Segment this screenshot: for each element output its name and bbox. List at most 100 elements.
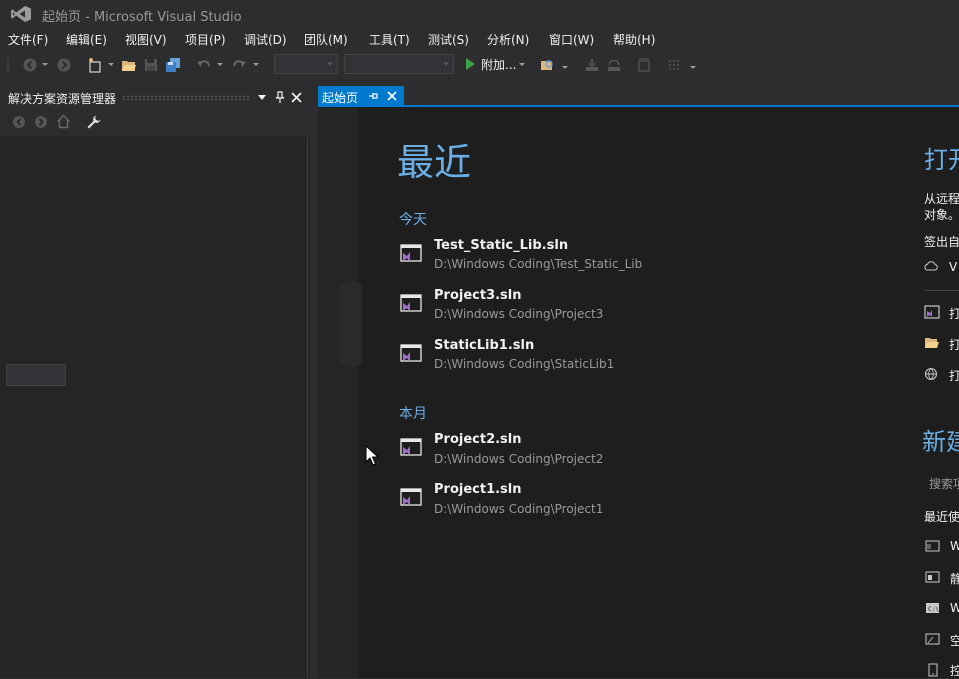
solution-file-icon	[400, 294, 422, 312]
navigate-back-dropdown[interactable]	[42, 63, 48, 66]
solution-file-icon	[400, 438, 422, 456]
recent-solution-staticlib1[interactable]: StaticLib1.sln	[434, 338, 534, 353]
standard-toolbar: 附加...	[0, 50, 959, 80]
template-item-1[interactable]: W	[950, 539, 959, 553]
visual-studio-logo-icon	[11, 6, 31, 22]
find-dropdown[interactable]	[562, 66, 568, 69]
recent-solution-path: D:\Windows Coding\Project2	[434, 452, 604, 466]
new-project-dropdown[interactable]	[108, 63, 114, 66]
window-title: 起始页 - Microsoft Visual Studio	[42, 10, 242, 25]
bookmark-icon[interactable]	[636, 57, 652, 73]
attach-button[interactable]: 附加...	[481, 56, 516, 73]
navigate-forward-icon[interactable]	[56, 57, 72, 73]
tab-pin-icon[interactable]	[368, 90, 380, 102]
document-tab-strip	[318, 86, 959, 107]
project-template-search-placeholder: 搜索项	[929, 477, 959, 491]
tab-start-page-label: 起始页	[322, 91, 359, 105]
solution-file-icon	[400, 488, 422, 506]
static-library-template-icon	[925, 571, 940, 583]
solution-platform-combo[interactable]	[344, 54, 454, 74]
solution-configuration-combo[interactable]	[274, 54, 338, 74]
undo-dropdown[interactable]	[217, 63, 223, 66]
start-page-open-new-column: 打开 从远程 对象。 签出自 V 打 打 打 新建	[918, 107, 959, 678]
recent-solution-path: D:\Windows Coding\Test_Static_Lib	[434, 257, 643, 271]
new-project-heading: 新建	[922, 428, 959, 456]
toolbar-grip-icon[interactable]	[6, 57, 12, 73]
recent-heading: 最近	[397, 141, 471, 184]
menu-tools[interactable]: 工具(T)	[369, 31, 410, 48]
recent-solution-test-static-lib[interactable]: Test_Static_Lib.sln	[434, 238, 568, 253]
toolbar-overflow-dropdown[interactable]	[690, 66, 696, 69]
solution-file-icon	[400, 244, 422, 262]
template-item-2[interactable]: 静	[950, 570, 959, 587]
redo-dropdown[interactable]	[253, 63, 259, 66]
solution-explorer-title: 解决方案资源管理器	[8, 92, 117, 106]
home-icon[interactable]	[56, 114, 71, 129]
menu-team[interactable]: 团队(M)	[304, 31, 348, 48]
panel-drag-grip[interactable]	[122, 95, 250, 101]
project-template-search-input[interactable]	[6, 364, 66, 386]
properties-wrench-icon[interactable]	[86, 114, 102, 130]
recent-solution-project1[interactable]: Project1.sln	[434, 482, 522, 497]
window-position-dropdown-icon[interactable]	[258, 95, 266, 101]
recent-solution-path: D:\Windows Coding\Project1	[434, 502, 604, 516]
open-section-divider	[924, 290, 959, 291]
start-debug-play-icon[interactable]	[462, 56, 478, 72]
cloud-icon	[924, 261, 938, 271]
recent-solution-path: D:\Windows Coding\Project3	[434, 307, 604, 321]
recent-group-today: 今天	[399, 212, 427, 228]
open-description-line-1: 从远程	[924, 192, 959, 206]
menu-analyze[interactable]: 分析(N)	[487, 31, 529, 48]
recent-solution-path: D:\Windows Coding\StaticLib1	[434, 357, 615, 371]
tab-close-icon[interactable]	[387, 91, 397, 101]
redo-icon[interactable]	[231, 57, 247, 73]
recently-used-templates-label: 最近使	[924, 510, 959, 524]
template-item-4[interactable]: 空	[950, 632, 959, 649]
navigate-back-icon[interactable]	[22, 57, 38, 73]
close-panel-icon[interactable]	[291, 92, 302, 103]
attach-dropdown[interactable]	[519, 63, 525, 66]
svg-text:C:\: C:\	[928, 606, 939, 613]
pin-icon[interactable]	[274, 91, 286, 103]
menu-file[interactable]: 文件(F)	[8, 31, 48, 48]
start-page-left-margin	[318, 107, 358, 678]
menu-debug[interactable]: 调试(D)	[244, 31, 287, 48]
open-project-link[interactable]: 打	[949, 305, 959, 322]
comment-out-icon[interactable]	[667, 57, 683, 73]
menu-edit[interactable]: 编辑(E)	[66, 31, 107, 48]
mouse-cursor-icon	[365, 445, 379, 466]
menu-window[interactable]: 窗口(W)	[549, 31, 594, 48]
recent-group-this-month: 本月	[399, 406, 427, 422]
open-heading: 打开	[924, 146, 959, 174]
console-template-icon	[928, 663, 938, 677]
menu-test[interactable]: 测试(S)	[428, 31, 469, 48]
start-page-collapsed-strip	[340, 282, 362, 366]
template-item-5[interactable]: 控	[950, 662, 959, 679]
new-project-icon[interactable]	[87, 57, 103, 73]
solution-file-icon	[400, 344, 422, 362]
back-icon[interactable]	[12, 115, 26, 129]
empty-project-template-icon	[925, 633, 940, 645]
save-icon[interactable]	[143, 57, 159, 73]
menu-bar: 文件(F) 编辑(E) 视图(V) 项目(P) 调试(D) 团队(M) 工具(T…	[0, 28, 959, 50]
open-file-icon[interactable]	[121, 57, 137, 73]
menu-view[interactable]: 视图(V)	[125, 31, 167, 48]
save-all-icon[interactable]	[165, 57, 181, 73]
find-in-files-icon[interactable]	[540, 57, 556, 73]
step-over-icon[interactable]	[606, 57, 622, 73]
start-page	[318, 107, 959, 678]
solution-explorer-tree[interactable]	[5, 137, 308, 678]
menu-project[interactable]: 项目(P)	[185, 31, 226, 48]
undo-icon[interactable]	[196, 57, 212, 73]
vsts-link[interactable]: V	[949, 260, 957, 274]
open-folder-link[interactable]: 打	[949, 336, 959, 353]
open-folder-icon	[925, 338, 939, 348]
menu-help[interactable]: 帮助(H)	[613, 31, 655, 48]
open-website-globe-icon	[924, 367, 938, 381]
open-website-link[interactable]: 打	[949, 367, 959, 384]
step-into-icon[interactable]	[584, 57, 600, 73]
recent-solution-project3[interactable]: Project3.sln	[434, 288, 522, 303]
recent-solution-project2[interactable]: Project2.sln	[434, 432, 522, 447]
forward-icon[interactable]	[34, 115, 48, 129]
template-item-3[interactable]: W	[950, 601, 959, 615]
